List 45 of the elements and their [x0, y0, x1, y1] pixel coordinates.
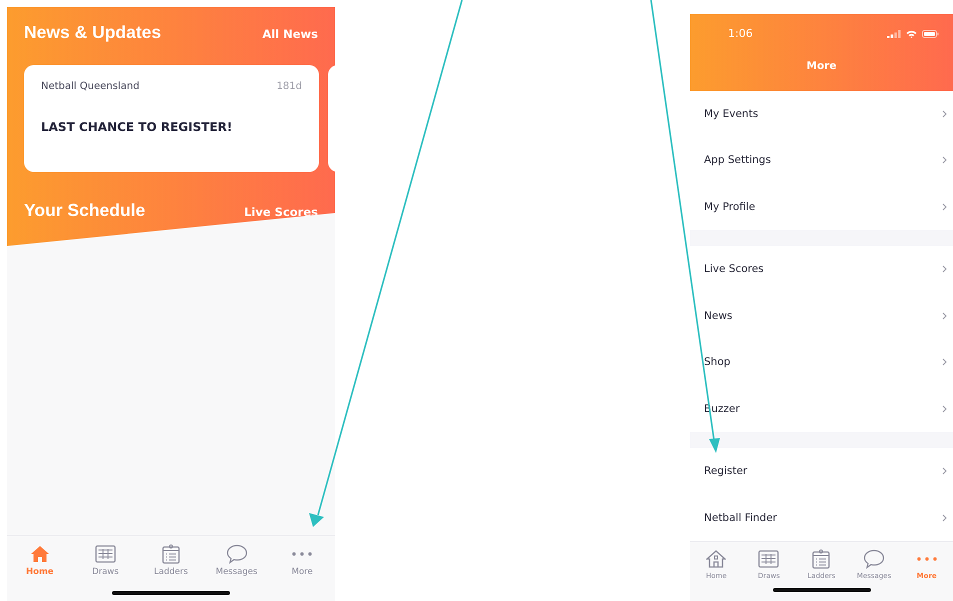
menu-item[interactable]: App Settings [690, 137, 953, 184]
all-news-link[interactable]: All News [262, 27, 318, 41]
news-headline: LAST CHANCE TO REGISTER! [41, 120, 234, 134]
chevron-icon [942, 467, 947, 476]
live-scores-link[interactable]: Live Scores [244, 205, 318, 219]
tab[interactable]: Home [7, 544, 73, 591]
chevron-icon [942, 265, 947, 274]
screen-title: More [806, 60, 838, 72]
section-title: News & Updates [24, 22, 162, 43]
chevron-icon [942, 358, 947, 366]
chevron-icon [942, 110, 947, 118]
chevron-icon [942, 514, 947, 522]
clipboard-icon [811, 549, 832, 570]
home-icon [30, 545, 50, 563]
menu-item[interactable]: My Events [690, 90, 953, 138]
chevron-icon [942, 202, 947, 211]
battery-icon [922, 30, 939, 38]
more-dots-icon [916, 557, 937, 562]
clipboard-icon [160, 544, 181, 564]
chevron-icon [942, 404, 947, 413]
tab[interactable]: Ladders [138, 544, 204, 591]
menu-item[interactable]: News [690, 292, 953, 340]
wifi-icon [906, 30, 917, 38]
news-card[interactable]: Netball Queensland 181d LAST CHANCE TO REGISTER! [24, 65, 319, 172]
grid-icon [94, 545, 116, 563]
menu-item[interactable]: Live Scores [690, 246, 953, 293]
news-source: Netball Queensland [41, 81, 140, 92]
speech-bubble-icon [226, 544, 248, 564]
chevron-icon [942, 312, 947, 320]
menu-item[interactable]: Shop [690, 339, 953, 386]
speech-bubble-icon [863, 549, 886, 570]
more-dots-icon [292, 552, 312, 556]
section-title: Your Schedule [24, 200, 146, 221]
menu-item[interactable]: Netball Finder [690, 494, 953, 542]
news-age: 181d [276, 81, 302, 92]
status-time: 1:06 [728, 27, 753, 40]
menu-item[interactable]: Register [690, 448, 953, 495]
menu-item[interactable]: My Profile [690, 184, 953, 230]
tab[interactable]: Messages [204, 544, 270, 591]
signal-icon [887, 30, 901, 38]
grid-icon [758, 550, 780, 568]
tab[interactable]: More [269, 544, 335, 591]
home-icon [706, 550, 726, 568]
chevron-icon [942, 156, 947, 164]
tab[interactable]: Draws [72, 544, 138, 591]
